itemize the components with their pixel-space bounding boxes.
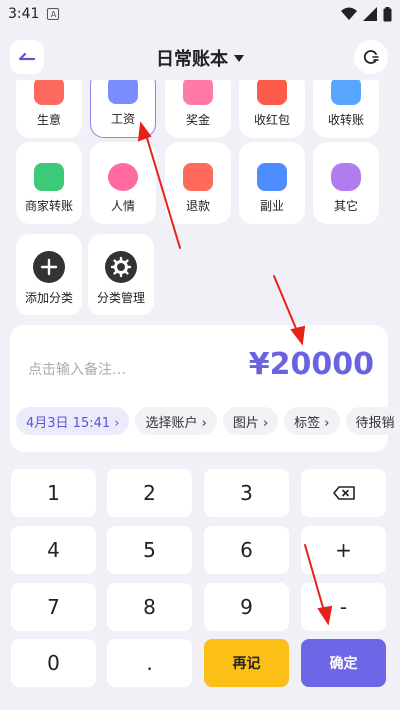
- reimburse-chip[interactable]: 待报销: [345, 407, 400, 435]
- salary-icon: [108, 80, 138, 104]
- category-side-job[interactable]: 副业: [239, 142, 305, 224]
- backspace-button[interactable]: [301, 469, 386, 517]
- category-label: 商家转账: [24, 199, 73, 213]
- side-job-icon: [257, 163, 287, 191]
- category-label: 副业: [259, 199, 284, 213]
- category-label: 退款: [185, 199, 210, 213]
- category-favor[interactable]: 人情: [90, 142, 156, 224]
- plus-circle-icon: [33, 251, 65, 283]
- key-6[interactable]: 6: [204, 526, 289, 574]
- category-salary[interactable]: 工资: [90, 80, 156, 138]
- key-7[interactable]: 7: [11, 583, 96, 631]
- business-icon: [34, 80, 64, 105]
- key-2[interactable]: 2: [107, 469, 192, 517]
- back-arrow-icon: [19, 52, 35, 61]
- app-header: 日常账本: [0, 36, 400, 80]
- category-business[interactable]: 生意: [16, 80, 82, 138]
- caret-down-icon: [234, 54, 244, 62]
- status-icons: [341, 6, 392, 22]
- category-other[interactable]: 其它: [313, 142, 379, 224]
- key-3[interactable]: 3: [204, 469, 289, 517]
- record-again-button[interactable]: 再记: [204, 639, 289, 687]
- entry-panel: 点击输入备注… ¥20000 4月3日 15:41 › 选择账户 › 图片 › …: [0, 315, 400, 710]
- ledger-selector[interactable]: 日常账本: [156, 45, 244, 71]
- key-1[interactable]: 1: [11, 469, 96, 517]
- category-label: 奖金: [185, 113, 210, 127]
- backspace-icon: [332, 486, 355, 500]
- add-category-button[interactable]: 添加分类: [16, 234, 82, 316]
- category-label: 其它: [333, 199, 358, 213]
- wifi-icon: [341, 7, 357, 20]
- red-packet-icon: [257, 80, 287, 105]
- category-grid: 生意 工资 奖金 收红包 收转账 商家转账 人情 退款 副业 其它 添加分类 分…: [0, 80, 400, 320]
- transfer-in-icon: [331, 80, 361, 105]
- category-label: 收红包: [253, 113, 290, 127]
- category-label: 生意: [36, 113, 61, 127]
- account-chip[interactable]: 选择账户 ›: [135, 407, 217, 435]
- key-0[interactable]: 0: [11, 639, 96, 687]
- key-dot[interactable]: .: [107, 639, 192, 687]
- category-label: 添加分类: [24, 291, 73, 305]
- page-title: 日常账本: [156, 49, 228, 70]
- amount-box: 点击输入备注… ¥20000 4月3日 15:41 › 选择账户 › 图片 › …: [10, 325, 400, 452]
- merchant-icon: [34, 163, 64, 191]
- key-9[interactable]: 9: [204, 583, 289, 631]
- category-label: 工资: [110, 112, 135, 126]
- battery-icon: [383, 6, 392, 21]
- back-button[interactable]: [10, 40, 44, 74]
- status-bar: 3:41 A: [0, 0, 400, 28]
- favor-icon: [108, 163, 138, 191]
- plus-key[interactable]: +: [301, 526, 386, 574]
- key-5[interactable]: 5: [107, 526, 192, 574]
- date-chip[interactable]: 4月3日 15:41 ›: [16, 407, 130, 435]
- category-label: 收转账: [327, 113, 364, 127]
- bonus-icon: [183, 80, 213, 105]
- image-chip[interactable]: 图片 ›: [222, 407, 279, 435]
- note-input[interactable]: 点击输入备注…: [28, 359, 126, 379]
- gear-icon: [105, 251, 137, 283]
- key-8[interactable]: 8: [107, 583, 192, 631]
- option-chips: 4月3日 15:41 › 选择账户 › 图片 › 标签 › 待报销: [16, 407, 400, 435]
- other-icon: [331, 163, 361, 191]
- category-refund[interactable]: 退款: [165, 142, 231, 224]
- manage-categories-button[interactable]: 分类管理: [88, 234, 154, 316]
- key-4[interactable]: 4: [11, 526, 96, 574]
- signal-icon: [363, 7, 377, 21]
- tag-chip[interactable]: 标签 ›: [284, 407, 340, 435]
- category-red-packet[interactable]: 收红包: [239, 80, 305, 138]
- amount-display: ¥20000: [248, 347, 374, 382]
- category-label: 人情: [110, 199, 135, 213]
- category-label: 分类管理: [96, 291, 145, 305]
- refund-icon: [183, 163, 213, 191]
- category-transfer-in[interactable]: 收转账: [313, 80, 379, 138]
- notification-a-icon: A: [47, 8, 60, 20]
- minus-key[interactable]: -: [301, 583, 386, 631]
- category-bonus[interactable]: 奖金: [165, 80, 231, 138]
- category-merchant-transfer[interactable]: 商家转账: [16, 142, 82, 224]
- confirm-button[interactable]: 确定: [301, 639, 386, 687]
- status-time: 3:41: [8, 6, 40, 22]
- refresh-button[interactable]: [354, 40, 388, 74]
- refresh-icon: [363, 50, 379, 64]
